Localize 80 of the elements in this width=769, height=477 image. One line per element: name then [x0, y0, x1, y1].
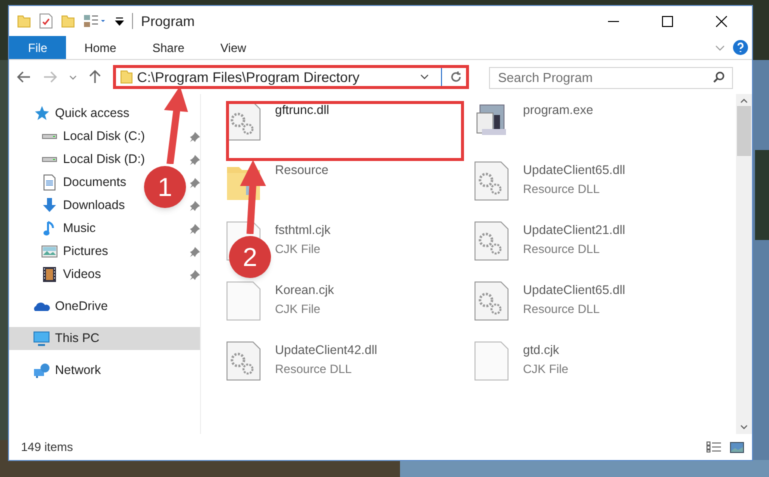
item-count: 149 items: [21, 439, 74, 456]
caret-icon[interactable]: [69, 74, 77, 80]
download-icon: [41, 197, 58, 214]
pictures-icon: [41, 243, 58, 260]
thumbnail-view-icon[interactable]: [730, 442, 744, 452]
ribbon-tab[interactable]: Home: [66, 36, 134, 59]
network-icon: [33, 362, 50, 379]
dll-file-icon: [474, 161, 510, 203]
file-type: CJK File: [523, 360, 568, 378]
search-field[interactable]: Search Program: [489, 66, 733, 88]
pin-icon[interactable]: [190, 200, 200, 210]
sidebar-item[interactable]: Network: [33, 361, 101, 380]
ribbon-tab[interactable]: View: [202, 36, 264, 59]
ribbon-tab[interactable]: Share: [134, 36, 202, 59]
file-file-icon: [226, 281, 262, 323]
file-name[interactable]: UpdateClient65.dll: [523, 161, 626, 180]
search-icon: [713, 71, 725, 83]
file-name[interactable]: Korean.cjk: [275, 281, 334, 300]
sidebar-item[interactable]: Local Disk (C:): [41, 127, 145, 146]
file-name[interactable]: Resource: [275, 161, 328, 180]
scroll-up-icon[interactable]: [740, 98, 748, 103]
window-title: Program: [141, 12, 195, 31]
folder-icon: [120, 70, 133, 84]
disk-icon: [41, 133, 58, 140]
up-arrow-icon[interactable]: [89, 70, 101, 84]
sidebar-item[interactable]: This PC: [9, 327, 200, 350]
sidebar-item[interactable]: Videos: [41, 265, 101, 284]
sidebar-item[interactable]: OneDrive: [33, 297, 108, 316]
file-type: CJK File: [275, 300, 322, 318]
disk-icon: [41, 156, 58, 163]
maximize-icon[interactable]: [662, 16, 672, 26]
scrollbar[interactable]: [736, 94, 752, 434]
file-name[interactable]: UpdateClient21.dll: [523, 221, 626, 240]
file-type: Resource DLL: [523, 300, 601, 318]
back-arrow-icon[interactable]: [17, 71, 31, 83]
file-type: Resource DLL: [523, 240, 601, 258]
sidebar-item[interactable]: Pictures: [41, 242, 108, 261]
star-icon: [33, 105, 50, 122]
dll-file-icon: [226, 341, 262, 383]
sidebar-item[interactable]: Documents: [41, 173, 126, 192]
file-name[interactable]: UpdateClient65.dll: [523, 281, 626, 300]
address-path: C:\Program Files\Program Directory: [137, 68, 360, 87]
pin-icon[interactable]: [190, 132, 200, 142]
address-bar[interactable]: C:\Program Files\Program Directory: [113, 65, 469, 89]
checklist-icon[interactable]: [39, 13, 53, 29]
pin-icon[interactable]: [190, 178, 200, 188]
chevron-icon[interactable]: [715, 44, 725, 50]
close-icon[interactable]: [716, 16, 726, 26]
sidebar-item[interactable]: Local Disk (D:): [41, 150, 145, 169]
file-file-icon: [474, 341, 510, 383]
sidebar-item[interactable]: Downloads: [41, 196, 125, 215]
file-name[interactable]: program.exe: [523, 101, 594, 120]
doc-icon: [41, 174, 58, 191]
pin-icon[interactable]: [190, 154, 200, 164]
file-type: Resource DLL: [523, 180, 601, 198]
ribbon-tab[interactable]: File: [9, 36, 66, 59]
pin-icon[interactable]: [190, 246, 200, 256]
file-name[interactable]: gtd.cjk: [523, 341, 568, 360]
properties-icon[interactable]: [83, 14, 107, 28]
file-type: CJK File: [275, 240, 322, 258]
dll-file-icon: [474, 281, 510, 323]
scroll-down-icon[interactable]: [740, 425, 748, 430]
file-name[interactable]: gftrunc.dll: [275, 101, 330, 120]
file-name[interactable]: fsthtml.cjk: [275, 221, 331, 240]
file-type: Resource DLL: [275, 360, 353, 378]
file-name[interactable]: UpdateClient42.dll: [275, 341, 378, 360]
video-icon: [41, 266, 58, 283]
pin-icon[interactable]: [190, 224, 200, 234]
refresh-icon[interactable]: [450, 71, 462, 83]
dropdown-icon[interactable]: [115, 16, 124, 26]
pin-icon[interactable]: [190, 270, 200, 280]
sidebar-item[interactable]: Quick access: [33, 104, 130, 123]
minimize-icon[interactable]: [608, 20, 618, 22]
dropdown-caret-icon[interactable]: [420, 74, 429, 80]
sidebar-item[interactable]: Music: [41, 219, 96, 238]
help-icon[interactable]: [733, 40, 748, 55]
pc-icon: [33, 330, 50, 347]
details-view-icon[interactable]: [706, 441, 722, 453]
dll-file-icon: [474, 221, 510, 263]
scrollbar-thumb[interactable]: [737, 106, 751, 156]
